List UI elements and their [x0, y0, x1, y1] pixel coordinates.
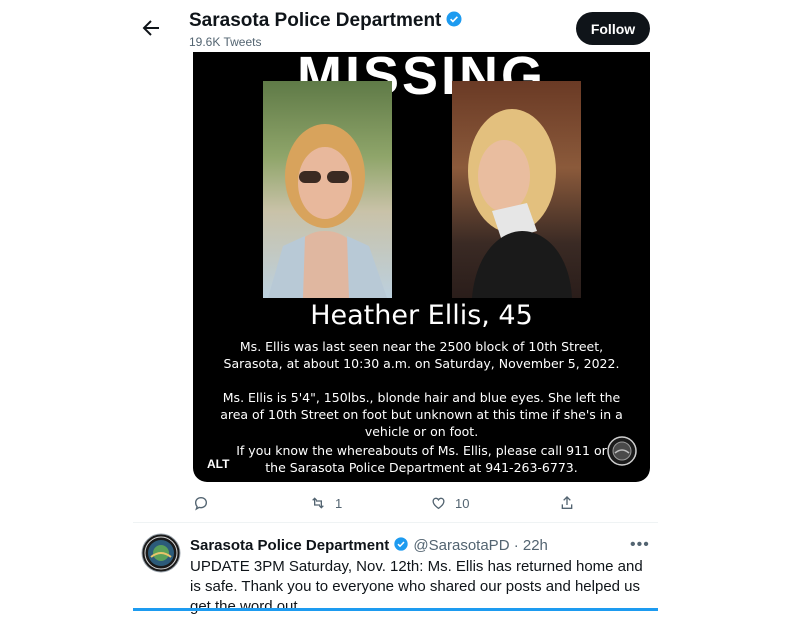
- follow-button[interactable]: Follow: [576, 12, 650, 45]
- tweet-count: 19.6K Tweets: [189, 35, 262, 49]
- police-badge-logo: [607, 436, 637, 466]
- verified-icon: [394, 537, 408, 551]
- more-icon[interactable]: •••: [630, 536, 650, 554]
- back-arrow-icon[interactable]: [139, 16, 163, 40]
- avatar[interactable]: [141, 533, 181, 573]
- contact-text: If you know the whereabouts of Ms. Ellis…: [236, 443, 607, 475]
- tweet-media-image[interactable]: MISSING Heather Ellis, 45 Ms. Ellis was …: [193, 52, 650, 482]
- like-count: 10: [455, 495, 470, 511]
- focus-indicator: [133, 608, 658, 611]
- missing-person-name: Heather Ellis, 45: [310, 300, 533, 331]
- timeline-column: Sarasota Police Department 19.6K Tweets …: [133, 0, 658, 615]
- reply-icon[interactable]: [193, 495, 209, 511]
- reply-author-name[interactable]: Sarasota Police Department: [190, 537, 389, 554]
- retweet-icon[interactable]: [309, 495, 327, 511]
- reply-handle[interactable]: @SarasotaPD: [413, 537, 509, 554]
- profile-name: Sarasota Police Department: [189, 10, 463, 32]
- reply-time[interactable]: · 22h: [514, 537, 548, 554]
- person-photo-right: [452, 81, 581, 298]
- retweet-count: 1: [335, 495, 343, 511]
- verified-icon: [446, 11, 462, 27]
- profile-header: Sarasota Police Department 19.6K Tweets …: [133, 0, 658, 52]
- divider: [133, 522, 658, 523]
- reply-action[interactable]: [193, 493, 209, 513]
- person-photo-left: [263, 81, 392, 298]
- missing-heading: MISSING: [296, 52, 547, 106]
- last-seen-text: Ms. Ellis was last seen near the 2500 bl…: [223, 339, 620, 371]
- share-action[interactable]: [559, 493, 575, 513]
- reply-author: Sarasota Police Department @SarasotaPD ·…: [190, 536, 548, 554]
- share-icon[interactable]: [559, 495, 575, 511]
- tweet-actions: 1 10: [193, 493, 593, 513]
- alt-text-badge[interactable]: ALT: [203, 455, 234, 473]
- retweet-action[interactable]: 1: [309, 493, 342, 513]
- like-icon[interactable]: [430, 495, 447, 511]
- description-text: Ms. Ellis is 5'4", 150lbs., blonde hair …: [220, 390, 623, 439]
- like-action[interactable]: 10: [430, 493, 469, 513]
